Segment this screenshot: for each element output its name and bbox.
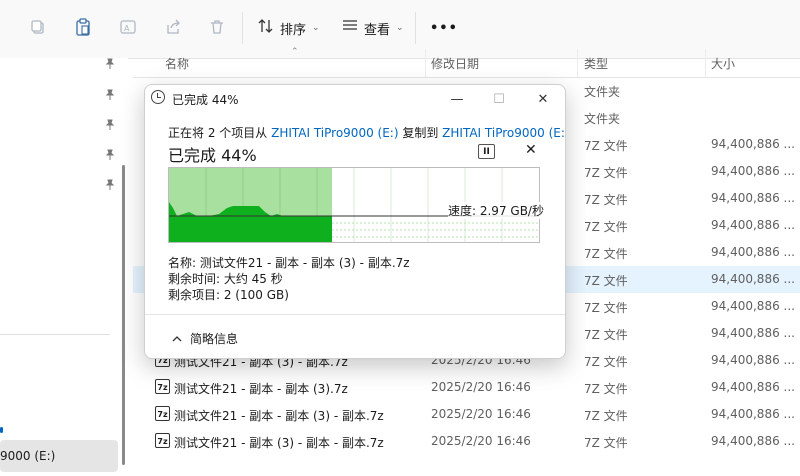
column-header: ⌃ 名称 修改日期 类型 大小: [133, 47, 800, 78]
close-button[interactable]: ✕: [533, 89, 553, 109]
file-type: 7Z 文件: [584, 382, 628, 396]
file-name: 测试文件21 - 副本 - 副本 (3) - 副本.7z: [174, 409, 384, 423]
file-type: 7Z 文件: [584, 274, 628, 288]
dialog-title-bar[interactable]: 已完成 44% — ☐ ✕: [145, 85, 565, 113]
cancel-button[interactable]: ✕: [525, 142, 537, 158]
pin-icon: [104, 149, 116, 161]
column-divider[interactable]: [425, 49, 426, 77]
sort-ascending-icon: ⌃: [291, 47, 299, 57]
file-row[interactable]: 7z 测试文件21 - 副本 (3) - 副本 - 副本.7z 2025/2/20 …: [133, 428, 800, 455]
chevron-down-icon: ⌄: [396, 23, 404, 33]
more-options-button[interactable]: •••: [430, 18, 458, 38]
file-type: 7Z 文件: [584, 301, 628, 315]
file-type: 7Z 文件: [584, 139, 628, 153]
nav-divider: [0, 334, 110, 335]
pin-icon: [104, 58, 116, 70]
column-name[interactable]: 名称: [165, 55, 189, 72]
file-size: 94,400,886 ...: [711, 407, 795, 421]
maximize-button[interactable]: ☐: [489, 89, 509, 109]
items-remaining: 剩余项目: 2 (100 GB): [168, 288, 289, 302]
nav-item-indicator: [0, 427, 3, 433]
file-size: 94,400,886 ...: [711, 137, 795, 151]
sort-icon: [258, 18, 274, 38]
file-name: 测试文件21 - 副本 (3) - 副本 - 副本.7z: [174, 436, 384, 450]
file-type: 文件夹: [584, 85, 621, 99]
chevron-down-icon: ⌄: [312, 23, 320, 33]
file-size: 94,400,886 ...: [711, 245, 795, 259]
source-link[interactable]: ZHITAI TiPro9000 (E:): [271, 126, 398, 140]
sort-label: 排序: [280, 22, 307, 38]
column-date[interactable]: 修改日期: [431, 55, 479, 72]
file-date: 2025/2/20 16:46: [431, 407, 531, 421]
column-divider[interactable]: [705, 49, 706, 77]
pin-icon: [104, 179, 116, 191]
clock-icon: [151, 90, 165, 104]
sort-button[interactable]: 排序 ⌄: [258, 18, 320, 38]
current-file-name: 名称: 测试文件21 - 副本 - 副本 (3) - 副本.7z: [168, 256, 410, 270]
file-type: 7Z 文件: [584, 328, 628, 342]
minimize-button[interactable]: —: [447, 89, 467, 109]
column-type[interactable]: 类型: [584, 55, 608, 72]
file-date: 2025/2/20 16:46: [431, 380, 531, 394]
paste-icon[interactable]: [73, 17, 93, 37]
file-type: 7Z 文件: [584, 355, 628, 369]
pin-icon: [104, 89, 116, 101]
progress-percent: 已完成 44%: [168, 146, 257, 165]
file-size: 94,400,886 ...: [711, 272, 795, 286]
nav-item-label: 9000 (E:): [0, 449, 56, 463]
file-date: 2025/2/20 16:46: [431, 434, 531, 448]
destination-link[interactable]: ZHITAI TiPro9000 (E:): [442, 126, 565, 140]
svg-text:A: A: [124, 24, 130, 33]
file-type: 7Z 文件: [584, 436, 628, 450]
file-row[interactable]: 7z 测试文件21 - 副本 - 副本 (3).7z 2025/2/20 16:46…: [133, 374, 800, 401]
dialog-title: 已完成 44%: [172, 93, 239, 107]
speed-label: 速度: 2.97 GB/秒: [448, 202, 544, 219]
nav-scrollbar[interactable]: [122, 165, 125, 465]
view-label: 查看: [364, 22, 391, 38]
file-size: 94,400,886 ...: [711, 353, 795, 367]
pause-button[interactable]: II: [478, 144, 495, 159]
file-size: 94,400,886 ...: [711, 380, 795, 394]
copy-middle: 复制到: [398, 126, 443, 140]
column-size[interactable]: 大小: [711, 55, 735, 72]
view-button[interactable]: 查看 ⌄: [342, 18, 404, 38]
time-remaining: 剩余时间: 大约 45 秒: [168, 272, 283, 286]
archive-file-icon: 7z: [155, 379, 170, 394]
archive-file-icon: 7z: [155, 406, 170, 421]
chevron-up-icon: [172, 332, 182, 346]
file-type: 7Z 文件: [584, 166, 628, 180]
toolbar-divider: [415, 12, 416, 44]
column-divider[interactable]: [577, 49, 578, 77]
archive-file-icon: 7z: [155, 433, 170, 448]
view-icon: [342, 19, 358, 37]
file-type: 7Z 文件: [584, 409, 628, 423]
file-type: 7Z 文件: [584, 193, 628, 207]
transfer-info: 名称: 测试文件21 - 副本 - 副本 (3) - 副本.7z 剩余时间: 大…: [168, 255, 410, 303]
nav-item-drive-e[interactable]: 9000 (E:): [0, 440, 118, 472]
navigation-pane: [0, 58, 128, 476]
file-type: 7Z 文件: [584, 247, 628, 261]
file-size: 94,400,886 ...: [711, 218, 795, 232]
file-name: 测试文件21 - 副本 - 副本 (3).7z: [174, 382, 348, 396]
toolbar-divider: [242, 12, 243, 44]
file-type: 7Z 文件: [584, 220, 628, 234]
copy-prefix: 正在将 2 个项目从: [168, 126, 272, 140]
rename-icon[interactable]: A: [118, 17, 138, 37]
file-size: 94,400,886 ...: [711, 434, 795, 448]
file-size: 94,400,886 ...: [711, 326, 795, 340]
fewer-details-label: 简略信息: [190, 332, 239, 346]
file-size: 94,400,886 ...: [711, 191, 795, 205]
file-row[interactable]: 7z 测试文件21 - 副本 - 副本 (3) - 副本.7z 2025/2/20 …: [133, 401, 800, 428]
copy-description: 正在将 2 个项目从 ZHITAI TiPro9000 (E:) 复制到 ZHI…: [168, 124, 565, 141]
file-type: 文件夹: [584, 112, 621, 126]
pin-icon: [104, 119, 116, 131]
share-icon[interactable]: [163, 17, 183, 37]
dialog-divider: [145, 314, 565, 315]
copy-progress-dialog: 已完成 44% — ☐ ✕ 正在将 2 个项目从 ZHITAI TiPro900…: [144, 84, 566, 359]
fewer-details-button[interactable]: 简略信息: [172, 330, 238, 347]
copy-icon[interactable]: [28, 17, 48, 37]
file-size: 94,400,886 ...: [711, 299, 795, 313]
file-size: 94,400,886 ...: [711, 164, 795, 178]
delete-icon[interactable]: [207, 17, 227, 37]
